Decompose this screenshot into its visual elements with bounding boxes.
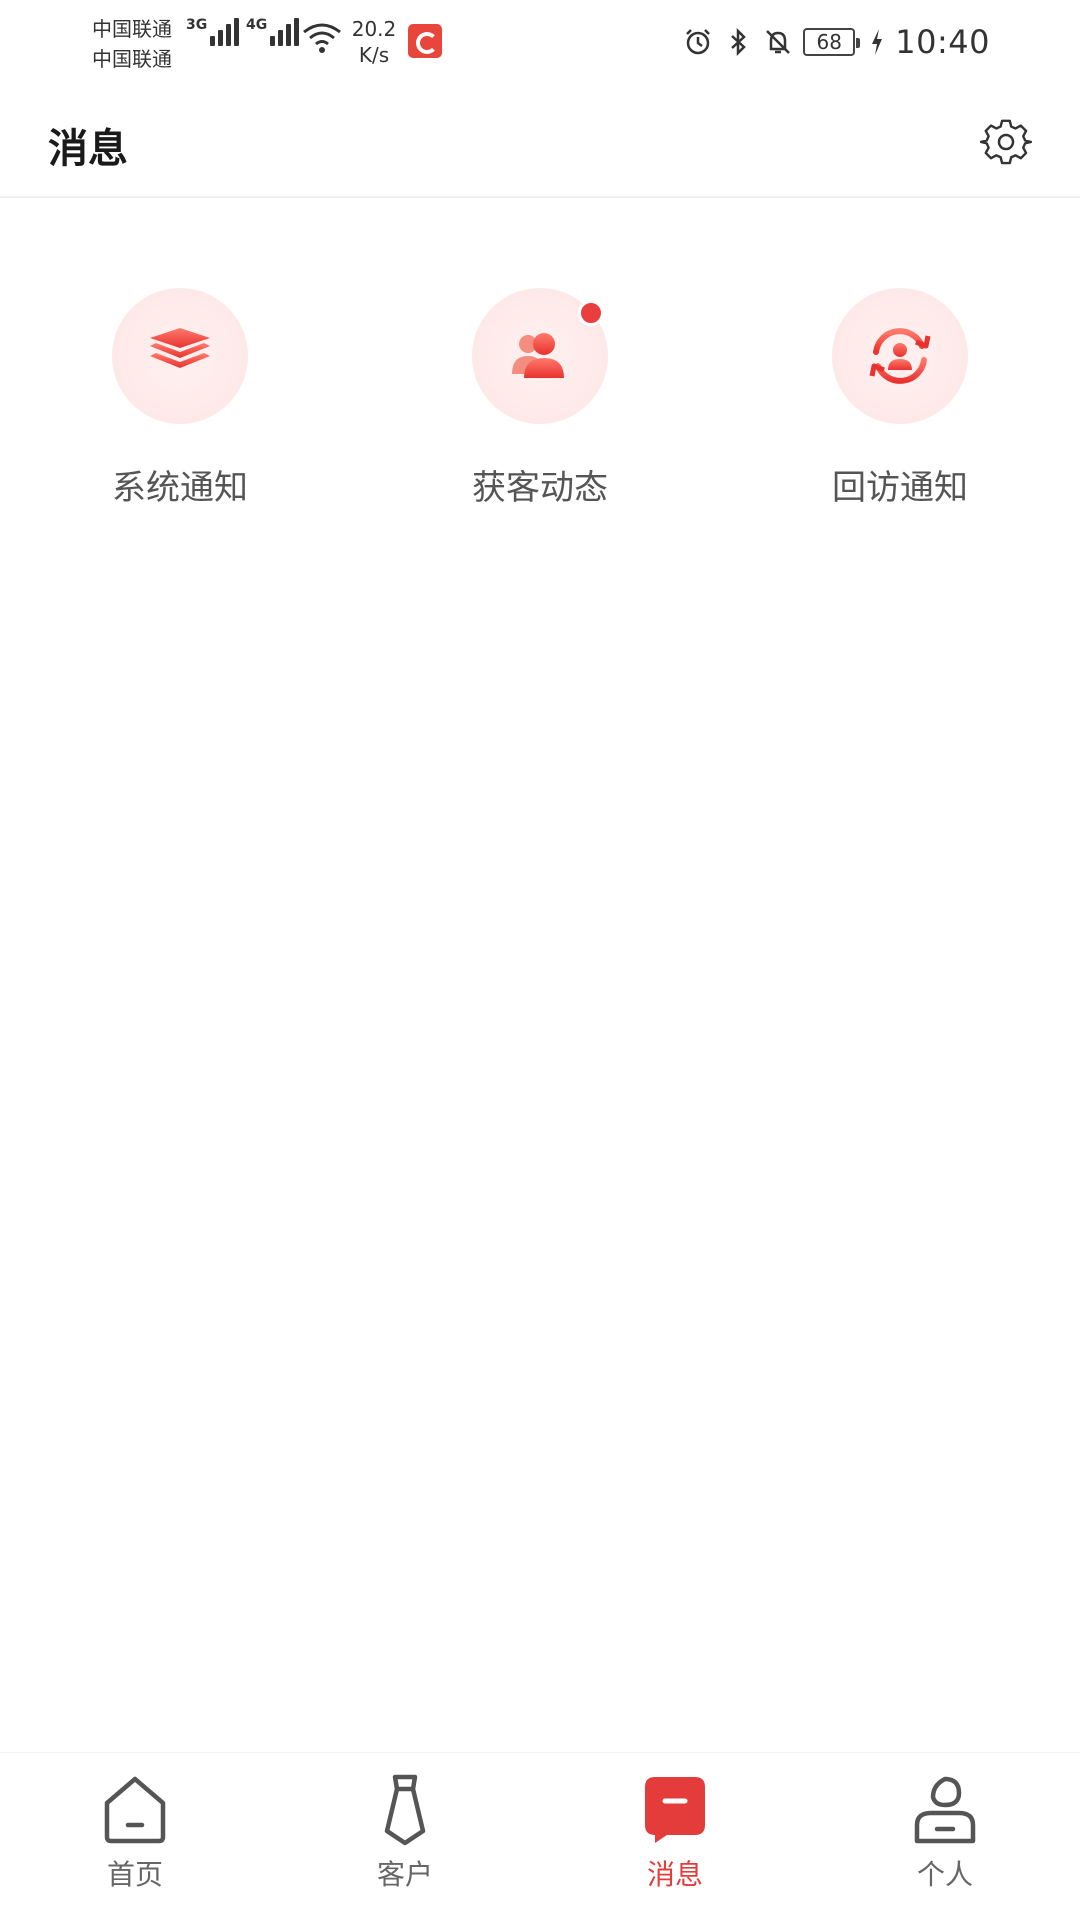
message-categories: 系统通知 获客动态 回访通知 bbox=[0, 260, 1080, 520]
layers-icon bbox=[150, 328, 210, 368]
network-speed: 20.2 K/s bbox=[350, 16, 398, 68]
speed-unit: K/s bbox=[358, 43, 390, 67]
carrier-labels: 中国联通 中国联通 bbox=[92, 14, 172, 74]
status-right: 68 10:40 bbox=[683, 22, 990, 62]
mute-icon bbox=[766, 30, 791, 54]
unread-badge bbox=[578, 300, 604, 326]
network-type-1: 3G bbox=[186, 17, 208, 33]
bluetooth-icon bbox=[731, 27, 747, 57]
person-icon bbox=[914, 1776, 976, 1844]
alarm-icon bbox=[686, 29, 711, 55]
category-label: 回访通知 bbox=[832, 468, 968, 508]
category-label: 获客动态 bbox=[472, 468, 608, 508]
charging-icon bbox=[872, 29, 883, 55]
wifi-icon bbox=[303, 23, 341, 53]
category-icon-bg bbox=[832, 288, 968, 424]
message-icon bbox=[645, 1777, 705, 1843]
users-icon bbox=[512, 333, 564, 378]
category-icon-bg bbox=[112, 288, 248, 424]
carrier-1: 中国联通 bbox=[92, 17, 172, 41]
status-bar: 中国联通 中国联通 3G 4G 20.2 K/s 68 10:40 bbox=[0, 0, 1080, 88]
tie-icon bbox=[384, 1774, 426, 1846]
network-type-2: 4G bbox=[246, 17, 268, 33]
refresh-user-icon bbox=[869, 328, 931, 384]
nav-item-customers[interactable]: 客户 bbox=[270, 1753, 540, 1920]
category-system-notice[interactable]: 系统通知 bbox=[0, 260, 360, 520]
nav-item-home[interactable]: 首页 bbox=[0, 1753, 270, 1920]
app-icon bbox=[408, 24, 442, 58]
nav-label: 客户 bbox=[376, 1858, 433, 1891]
nav-item-profile[interactable]: 个人 bbox=[810, 1753, 1080, 1920]
category-icon-bg bbox=[472, 288, 608, 424]
nav-label: 个人 bbox=[916, 1858, 973, 1891]
bottom-nav: 首页 客户 消息 个人 bbox=[0, 1752, 1080, 1920]
nav-label: 消息 bbox=[646, 1858, 703, 1891]
nav-label: 首页 bbox=[106, 1858, 163, 1891]
battery-icon: 68 bbox=[803, 28, 861, 56]
nav-item-messages[interactable]: 消息 bbox=[540, 1753, 810, 1920]
category-lead-activity[interactable]: 获客动态 bbox=[360, 260, 720, 520]
signal-icon: 3G bbox=[186, 17, 240, 46]
category-label: 系统通知 bbox=[112, 468, 248, 508]
signal-icon-2: 4G bbox=[246, 17, 300, 46]
header: 消息 bbox=[0, 88, 1080, 198]
carrier-2: 中国联通 bbox=[92, 47, 172, 71]
category-revisit-notice[interactable]: 回访通知 bbox=[720, 260, 1080, 520]
page-title: 消息 bbox=[48, 126, 128, 172]
speed-value: 20.2 bbox=[351, 17, 397, 41]
clock: 10:40 bbox=[895, 23, 990, 61]
gear-icon[interactable] bbox=[980, 116, 1032, 168]
home-icon bbox=[104, 1776, 166, 1844]
